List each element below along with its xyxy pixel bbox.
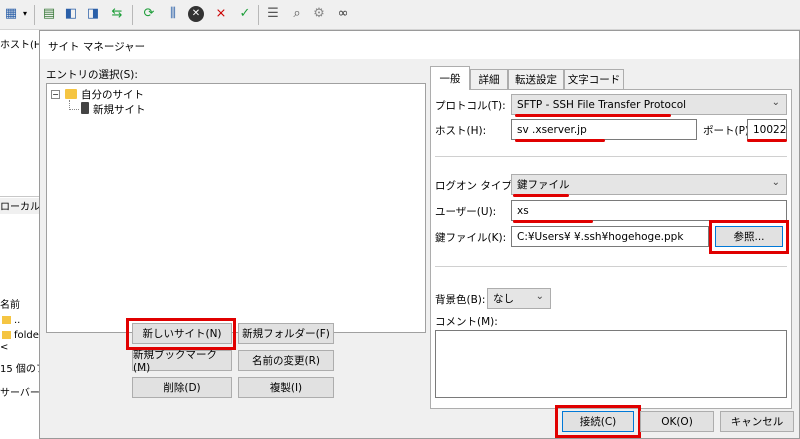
disconnect-icon[interactable]: ⨯ (212, 5, 230, 23)
local-tree-icon[interactable]: ◧ (62, 5, 80, 23)
host-input[interactable]: sv .xserver.jp (511, 119, 697, 140)
bg-server-label: サーバー/ (0, 388, 42, 399)
site-manager-dialog: サイト マネージャー エントリの選択(S): − 自分のサイト 新規サイト 新し… (39, 30, 800, 439)
bg-host-label: ホスト(H): (0, 40, 42, 51)
rename-button[interactable]: 名前の変更(R) (238, 350, 334, 371)
search-icon[interactable]: ⌕ (288, 5, 306, 23)
cancel-button[interactable]: キャンセル (720, 411, 794, 432)
dropdown-arrow-icon[interactable]: ▾ (20, 5, 30, 23)
entry-label: エントリの選択(S): (46, 69, 138, 81)
chevron-down-icon: ⌄ (771, 97, 780, 108)
port-label: ポート(P): (703, 125, 753, 137)
scroll-left-icon[interactable]: < (0, 342, 42, 353)
message-log-icon[interactable]: ▤ (40, 5, 58, 23)
tab-charset[interactable]: 文字コード (564, 69, 624, 89)
folder-icon (65, 89, 77, 99)
tab-transfer-settings[interactable]: 転送設定 (508, 69, 564, 89)
protocol-label: プロトコル(T): (435, 100, 506, 112)
bg-local-label: ローカル サ (0, 198, 42, 214)
tree-root-label[interactable]: 自分のサイト (81, 87, 144, 102)
user-label: ユーザー(U): (435, 206, 497, 218)
new-site-button[interactable]: 新しいサイト(N) (132, 323, 232, 344)
dialog-titlebar: サイト マネージャー (40, 31, 799, 59)
background-window: ホスト(H): ローカル サ 名前 .. folde < 15 個のフ サーバー… (0, 30, 42, 439)
folder-icon (2, 316, 11, 324)
chevron-down-icon: ⌄ (771, 177, 780, 188)
new-folder-button[interactable]: 新規フォルダー(F) (238, 323, 334, 344)
bgcolor-label: 背景色(B): (435, 294, 486, 306)
remote-tree-icon[interactable]: ◨ (84, 5, 102, 23)
cancel-icon[interactable]: ✕ (188, 6, 204, 22)
logon-type-select[interactable]: 鍵ファイル ⌄ (511, 174, 787, 195)
transfer-queue-icon[interactable]: ⇆ (108, 5, 126, 23)
chevron-down-icon: ⌄ (535, 291, 544, 302)
sync-icon[interactable]: ⚙ (310, 5, 328, 23)
collapse-icon[interactable]: − (51, 90, 60, 99)
comment-label: コメント(M): (435, 316, 498, 328)
user-input[interactable]: xs (511, 200, 787, 221)
keyfile-input[interactable]: C:¥Users¥ ¥.ssh¥hogehoge.ppk (511, 226, 709, 247)
host-label: ホスト(H): (435, 125, 487, 137)
bg-name-header: 名前 (0, 300, 20, 311)
tab-general[interactable]: 一般 (430, 66, 470, 90)
site-manager-icon[interactable]: ▦ (2, 5, 20, 23)
connect-button[interactable]: 接続(C) (562, 411, 634, 432)
compare-icon[interactable]: ☰ (264, 5, 282, 23)
comment-textarea[interactable] (435, 330, 787, 398)
bg-row-folder: folde (14, 330, 39, 341)
port-input[interactable]: 10022 (747, 119, 787, 140)
new-bookmark-button[interactable]: 新規ブックマーク(M) (132, 349, 232, 374)
dialog-title: サイト マネージャー (48, 41, 146, 53)
ok-button[interactable]: OK(O) (640, 411, 714, 432)
refresh-icon[interactable]: ⟳ (140, 5, 158, 23)
delete-button[interactable]: 削除(D) (132, 377, 232, 398)
bg-count-text: 15 個のフ (0, 364, 42, 375)
bg-row-dotdot: .. (14, 315, 21, 326)
reconnect-icon[interactable]: ✓ (236, 5, 254, 23)
main-toolbar: ▦ ▾ ▤ ◧ ◨ ⇆ ⟳ ⫼ ✕ ⨯ ✓ ☰ ⌕ ⚙ ∞ (0, 0, 800, 30)
site-tree[interactable]: − 自分のサイト 新規サイト (46, 83, 426, 333)
tab-advanced[interactable]: 詳細 (470, 69, 508, 89)
filter-icon[interactable]: ⫼ (164, 5, 182, 23)
keyfile-label: 鍵ファイル(K): (435, 232, 507, 244)
tree-child-label[interactable]: 新規サイト (93, 102, 146, 117)
bgcolor-select[interactable]: なし ⌄ (487, 288, 551, 309)
duplicate-button[interactable]: 複製(I) (238, 377, 334, 398)
general-panel: プロトコル(T): SFTP - SSH File Transfer Proto… (430, 89, 792, 409)
browse-button[interactable]: 参照... (715, 226, 783, 247)
binoculars-icon[interactable]: ∞ (334, 5, 352, 23)
server-icon (81, 102, 89, 114)
folder-icon (2, 331, 11, 339)
protocol-select[interactable]: SFTP - SSH File Transfer Protocol ⌄ (511, 94, 787, 115)
